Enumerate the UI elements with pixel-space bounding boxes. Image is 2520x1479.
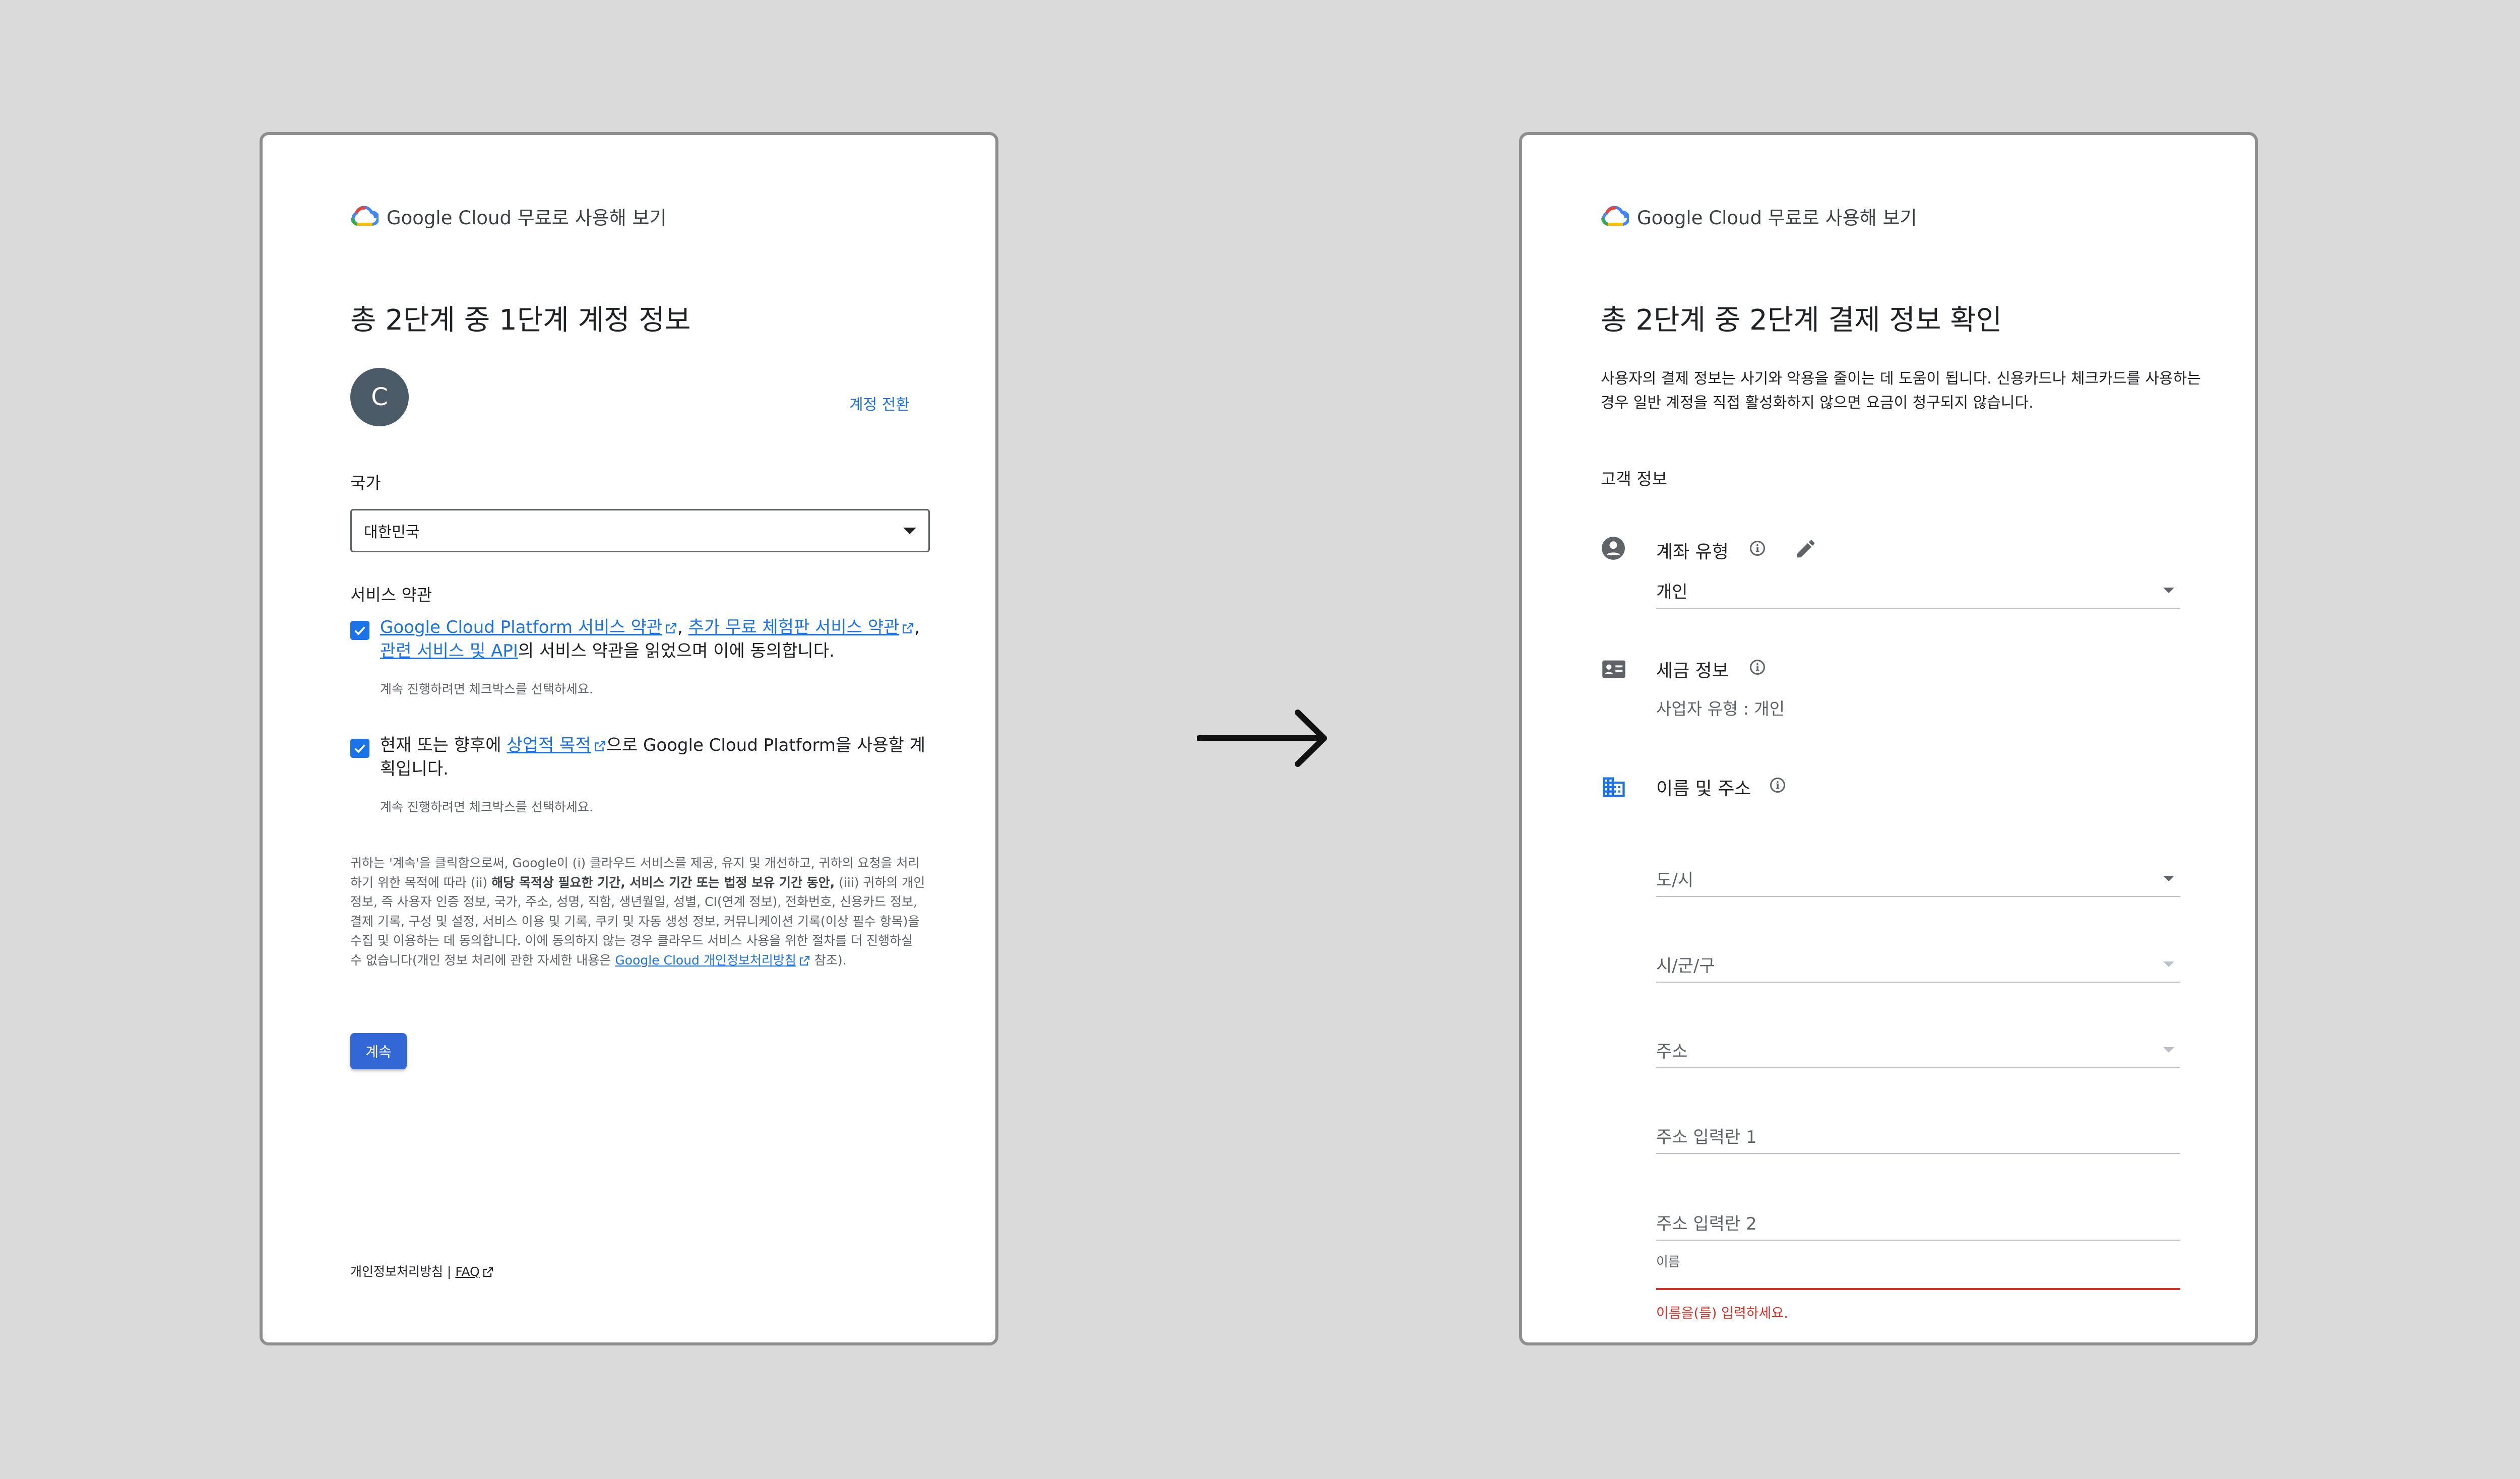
info-icon[interactable]: i bbox=[1750, 660, 1765, 675]
brand-header: Google Cloud 무료로 사용해 보기 bbox=[1601, 203, 1917, 230]
info-icon[interactable]: i bbox=[1770, 778, 1785, 793]
country-select[interactable]: 대한민국 bbox=[350, 509, 930, 552]
dropdown-arrow-icon bbox=[2163, 1047, 2174, 1053]
business-building-icon bbox=[1603, 777, 1625, 797]
address-placeholder: 주소 bbox=[1656, 1041, 1688, 1062]
account-type-label: 계좌 유형 bbox=[1656, 542, 1729, 562]
separator: , bbox=[914, 617, 920, 637]
brand-name: Google Cloud 무료로 사용해 보기 bbox=[1637, 207, 1917, 229]
page-title: 총 2단계 중 1단계 계정 정보 bbox=[350, 304, 691, 337]
related-services-link[interactable]: 관련 서비스 및 API bbox=[380, 641, 518, 661]
district-select[interactable]: 시/군/구 bbox=[1656, 946, 2180, 983]
trial-terms-link[interactable]: 추가 무료 체험판 서비스 약관 bbox=[688, 617, 900, 637]
terms-heading: 서비스 약관 bbox=[350, 585, 432, 605]
external-link-icon bbox=[666, 622, 676, 633]
address-line2-placeholder: 주소 입력란 2 bbox=[1656, 1213, 1757, 1234]
description-line: 경우 일반 계정을 직접 활성화하지 않으면 요금이 청구되지 않습니다. bbox=[1601, 394, 2034, 412]
external-link-icon bbox=[483, 1267, 493, 1277]
separator: , bbox=[677, 617, 683, 637]
brand-header: Google Cloud 무료로 사용해 보기 bbox=[350, 203, 667, 230]
name-address-label: 이름 및 주소 bbox=[1656, 779, 1751, 799]
footer-privacy-link[interactable]: 개인정보처리방침 bbox=[350, 1264, 443, 1279]
google-cloud-logo-icon bbox=[351, 206, 379, 226]
billing-description: 사용자의 결제 정보는 사기와 악용을 줄이는 데 도움이 됩니다. 신용카드나… bbox=[1601, 367, 2221, 415]
account-type-select[interactable]: 개인 bbox=[1656, 572, 2180, 609]
name-input[interactable] bbox=[1656, 1254, 2180, 1290]
footer-faq-link[interactable]: FAQ bbox=[455, 1264, 479, 1279]
privacy-consent-text: 귀하는 '계속'을 클릭함으로써, Google이 (i) 클라우드 서비스를 … bbox=[350, 854, 928, 970]
external-link-icon bbox=[594, 740, 605, 751]
avatar: C bbox=[350, 368, 409, 426]
commercial-use-prefix: 현재 또는 향후에 bbox=[380, 735, 501, 755]
external-link-icon bbox=[903, 622, 914, 633]
account-circle-icon bbox=[1602, 537, 1625, 560]
commercial-use-text: 현재 또는 향후에 상업적 목적 으로 Google Cloud Platform… bbox=[380, 734, 934, 781]
address-line1-placeholder: 주소 입력란 1 bbox=[1656, 1127, 1757, 1147]
signup-step1-card: Google Cloud 무료로 사용해 보기 총 2단계 중 1단계 계정 정… bbox=[260, 132, 998, 1345]
country-select-value: 대한민국 bbox=[364, 524, 420, 541]
dropdown-arrow-icon bbox=[2163, 875, 2174, 881]
legal-end: 참조). bbox=[814, 952, 847, 968]
tax-id-card-icon bbox=[1602, 660, 1625, 678]
city-placeholder: 도/시 bbox=[1656, 870, 1694, 890]
address-line2-input[interactable]: 주소 입력란 2 bbox=[1656, 1204, 2180, 1241]
customer-info-heading: 고객 정보 bbox=[1601, 469, 1667, 489]
district-placeholder: 시/군/구 bbox=[1656, 955, 1715, 976]
footer-separator: | bbox=[447, 1264, 452, 1279]
name-error-message: 이름을(를) 입력하세요. bbox=[1656, 1306, 1788, 1321]
google-cloud-logo-icon bbox=[1601, 206, 1629, 226]
terms-agree-text: Google Cloud Platform 서비스 약관, 추가 무료 체험판 … bbox=[380, 616, 934, 663]
tax-info-value: 사업자 유형 : 개인 bbox=[1656, 699, 1785, 719]
transition-arrow-icon bbox=[1197, 710, 1327, 767]
privacy-policy-link[interactable]: Google Cloud 개인정보처리방침 bbox=[615, 953, 796, 968]
city-select[interactable]: 도/시 bbox=[1656, 861, 2180, 897]
terms-agree-checkbox[interactable] bbox=[350, 621, 369, 640]
description-line: 사용자의 결제 정보는 사기와 악용을 줄이는 데 도움이 됩니다. 신용카드나… bbox=[1601, 370, 2201, 388]
dropdown-arrow-icon bbox=[2163, 961, 2174, 967]
commercial-use-hint: 계속 진행하려면 체크박스를 선택하세요. bbox=[380, 800, 593, 814]
address-line1-input[interactable]: 주소 입력란 1 bbox=[1656, 1118, 2180, 1154]
continue-button[interactable]: 계속 bbox=[350, 1033, 407, 1069]
dropdown-arrow-icon bbox=[903, 527, 916, 534]
legal-bold: 해당 목적상 필요한 기간, 서비스 기간 또는 법정 보유 기간 동안, bbox=[491, 875, 835, 890]
checkmark-icon bbox=[354, 626, 365, 635]
signup-step2-card: Google Cloud 무료로 사용해 보기 총 2단계 중 2단계 결제 정… bbox=[1519, 132, 2258, 1345]
external-link-icon bbox=[799, 955, 809, 966]
switch-account-link[interactable]: 계정 전환 bbox=[849, 392, 910, 414]
commercial-use-checkbox[interactable] bbox=[350, 739, 369, 758]
gcp-terms-link[interactable]: Google Cloud Platform 서비스 약관 bbox=[380, 617, 662, 637]
checkmark-icon bbox=[354, 744, 365, 753]
footer-links: 개인정보처리방침 | FAQ bbox=[350, 1262, 494, 1280]
page-title: 총 2단계 중 2단계 결제 정보 확인 bbox=[1601, 304, 2002, 337]
info-icon[interactable]: i bbox=[1750, 541, 1765, 556]
account-type-value: 개인 bbox=[1656, 582, 1688, 602]
dropdown-arrow-icon bbox=[2163, 587, 2174, 593]
address-select[interactable]: 주소 bbox=[1656, 1032, 2180, 1068]
commercial-purpose-link[interactable]: 상업적 목적 bbox=[507, 735, 591, 755]
edit-pencil-icon[interactable] bbox=[1794, 537, 1817, 560]
terms-agree-suffix: 의 서비스 약관을 읽었으며 이에 동의합니다. bbox=[518, 641, 835, 661]
brand-name: Google Cloud 무료로 사용해 보기 bbox=[387, 207, 667, 229]
tax-info-label: 세금 정보 bbox=[1656, 661, 1729, 681]
terms-agree-hint: 계속 진행하려면 체크박스를 선택하세요. bbox=[380, 682, 593, 696]
country-label: 국가 bbox=[350, 473, 381, 493]
